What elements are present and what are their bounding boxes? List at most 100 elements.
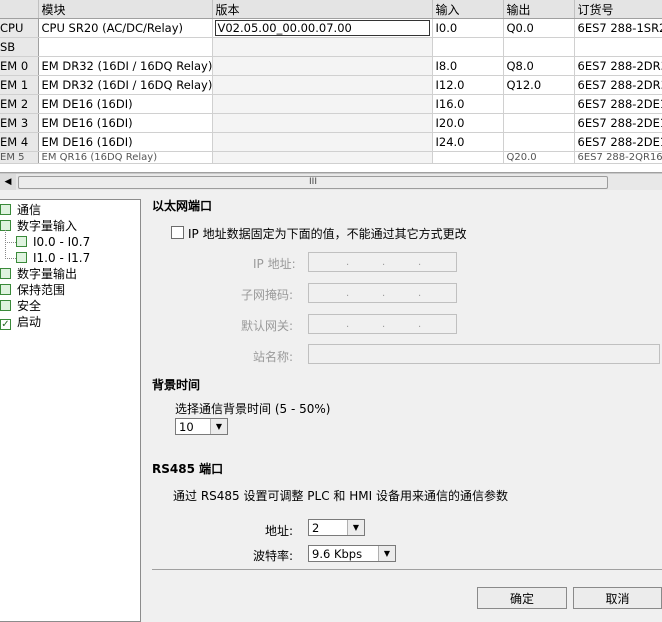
version-cell[interactable]	[212, 113, 433, 133]
module-cell[interactable]: EM DE16 (16DI)	[38, 132, 213, 152]
version-cell[interactable]	[212, 132, 433, 152]
col-header-output[interactable]: 输出	[503, 0, 575, 19]
tree-item-label: I0.0 - I0.7	[33, 235, 91, 249]
tree-node-icon	[0, 268, 11, 279]
order-number-cell[interactable]: 6ES7 288-1SR20-	[574, 18, 662, 38]
col-header-module[interactable]: 模块	[38, 0, 213, 19]
chevron-down-icon[interactable]: ▼	[347, 520, 364, 535]
module-cell[interactable]: EM DE16 (16DI)	[38, 113, 213, 133]
tree-item-input-i1[interactable]: I1.0 - I1.7	[16, 250, 90, 266]
table-row[interactable]: EM 5 EM QR16 (16DQ Relay) Q20.0 6ES7 288…	[0, 151, 662, 164]
fixed-ip-label: IP 地址数据固定为下面的值，不能通过其它方式更改	[188, 227, 467, 241]
baud-rate-select[interactable]: 9.6 Kbps ▼	[308, 545, 396, 562]
fixed-ip-checkbox[interactable]	[171, 226, 184, 239]
order-number-cell[interactable]	[574, 37, 662, 57]
background-time-title: 背景时间	[152, 378, 201, 392]
scroll-thumb[interactable]: III	[18, 176, 608, 189]
version-cell[interactable]: V02.05.00_00.00.07.00	[212, 18, 433, 38]
input-cell[interactable]: I0.0	[432, 18, 504, 38]
subnet-mask-field[interactable]: ...	[308, 283, 457, 303]
tree-item-label: 数字量输出	[17, 267, 78, 281]
module-cell[interactable]: EM DR32 (16DI / 16DQ Relay)	[38, 75, 213, 95]
output-cell[interactable]	[503, 113, 575, 133]
slot-cell[interactable]: EM 1	[0, 75, 39, 95]
col-header-input[interactable]: 输入	[432, 0, 504, 19]
properties-panel: 以太网端口 IP 地址数据固定为下面的值，不能通过其它方式更改 IP 地址: .…	[142, 189, 662, 620]
tree-item-retentive-range[interactable]: 保持范围	[0, 282, 65, 298]
tree-item-digital-output[interactable]: 数字量输出	[0, 266, 77, 282]
version-cell[interactable]	[212, 75, 433, 95]
version-cell[interactable]	[212, 37, 433, 57]
chevron-down-icon[interactable]: ▼	[210, 419, 227, 434]
tree-item-label: I1.0 - I1.7	[33, 251, 91, 265]
col-header-order-number[interactable]: 订货号	[574, 0, 662, 19]
chevron-down-icon[interactable]: ▼	[378, 546, 395, 561]
slot-cell[interactable]: EM 5	[0, 151, 39, 164]
address-label: 地址:	[265, 524, 294, 538]
output-cell[interactable]	[503, 132, 575, 152]
scroll-grip: III	[309, 177, 317, 187]
table-row[interactable]: EM 3 EM DE16 (16DI) I20.0 6ES7 288-2DE16…	[0, 113, 662, 133]
order-number-cell[interactable]: 6ES7 288-2QR16-	[574, 151, 662, 164]
module-cell[interactable]	[38, 37, 213, 57]
station-name-field[interactable]	[308, 344, 660, 364]
table-row[interactable]: EM 1 EM DR32 (16DI / 16DQ Relay) I12.0 Q…	[0, 75, 662, 95]
order-number-cell[interactable]: 6ES7 288-2DE16-	[574, 113, 662, 133]
module-cell[interactable]: CPU SR20 (AC/DC/Relay)	[38, 18, 213, 38]
slot-cell[interactable]: CPU	[0, 18, 39, 38]
scroll-left-icon[interactable]: ◀	[0, 174, 16, 190]
tree-item-label: 数字量输入	[17, 219, 78, 233]
col-header-version[interactable]: 版本	[212, 0, 433, 19]
tree-item-security[interactable]: 安全	[0, 298, 41, 314]
input-cell[interactable]: I12.0	[432, 75, 504, 95]
table-row[interactable]: EM 4 EM DE16 (16DI) I24.0 6ES7 288-2DE16…	[0, 132, 662, 152]
input-cell[interactable]: I8.0	[432, 56, 504, 76]
order-number-cell[interactable]: 6ES7 288-2DE16-	[574, 132, 662, 152]
order-number-cell[interactable]: 6ES7 288-2DR32-	[574, 75, 662, 95]
output-cell[interactable]: Q0.0	[503, 18, 575, 38]
version-input[interactable]: V02.05.00_00.00.07.00	[214, 20, 430, 36]
module-cell[interactable]: EM DR32 (16DI / 16DQ Relay)	[38, 56, 213, 76]
tree-item-input-i0[interactable]: I0.0 - I0.7	[16, 234, 90, 250]
order-number-cell[interactable]: 6ES7 288-2DE16-	[574, 94, 662, 114]
slot-cell[interactable]: EM 3	[0, 113, 39, 133]
input-cell[interactable]: I16.0	[432, 94, 504, 114]
tree-item-communication[interactable]: 通信	[0, 202, 41, 218]
table-row[interactable]: EM 2 EM DE16 (16DI) I16.0 6ES7 288-2DE16…	[0, 94, 662, 114]
ethernet-section-title: 以太网端口	[152, 199, 213, 213]
input-cell[interactable]: I24.0	[432, 132, 504, 152]
tree-node-icon	[0, 300, 11, 311]
slot-cell[interactable]: EM 4	[0, 132, 39, 152]
version-cell[interactable]	[212, 151, 433, 164]
output-cell[interactable]: Q20.0	[503, 151, 575, 164]
gateway-field[interactable]: ...	[308, 314, 457, 334]
input-cell[interactable]: I20.0	[432, 113, 504, 133]
table-row[interactable]: SB	[0, 37, 662, 57]
slot-cell[interactable]: EM 0	[0, 56, 39, 76]
table-row[interactable]: CPU CPU SR20 (AC/DC/Relay) V02.05.00_00.…	[0, 18, 662, 38]
input-cell[interactable]	[432, 37, 504, 57]
tree-item-startup[interactable]: ✓ 启动	[0, 314, 41, 330]
output-cell[interactable]: Q12.0	[503, 75, 575, 95]
slot-cell[interactable]: SB	[0, 37, 39, 57]
cancel-button[interactable]: 取消	[573, 587, 662, 609]
ok-button[interactable]: 确定	[477, 587, 567, 609]
module-cell[interactable]: EM QR16 (16DQ Relay)	[38, 151, 213, 164]
output-cell[interactable]: Q8.0	[503, 56, 575, 76]
version-cell[interactable]	[212, 56, 433, 76]
table-row[interactable]: EM 0 EM DR32 (16DI / 16DQ Relay) I8.0 Q8…	[0, 56, 662, 76]
col-header-slot[interactable]	[0, 0, 39, 19]
baud-rate-label: 波特率:	[253, 549, 294, 563]
slot-cell[interactable]: EM 2	[0, 94, 39, 114]
output-cell[interactable]	[503, 94, 575, 114]
order-number-cell[interactable]: 6ES7 288-2DR32-	[574, 56, 662, 76]
rs485-section-title: RS485 端口	[152, 462, 224, 476]
address-select[interactable]: 2 ▼	[308, 519, 365, 536]
input-cell[interactable]	[432, 151, 504, 164]
horizontal-scrollbar[interactable]: ◀ III	[0, 173, 662, 190]
module-cell[interactable]: EM DE16 (16DI)	[38, 94, 213, 114]
version-cell[interactable]	[212, 94, 433, 114]
output-cell[interactable]	[503, 37, 575, 57]
background-time-select[interactable]: 10 ▼	[175, 418, 228, 435]
ip-address-field[interactable]: ...	[308, 252, 457, 272]
